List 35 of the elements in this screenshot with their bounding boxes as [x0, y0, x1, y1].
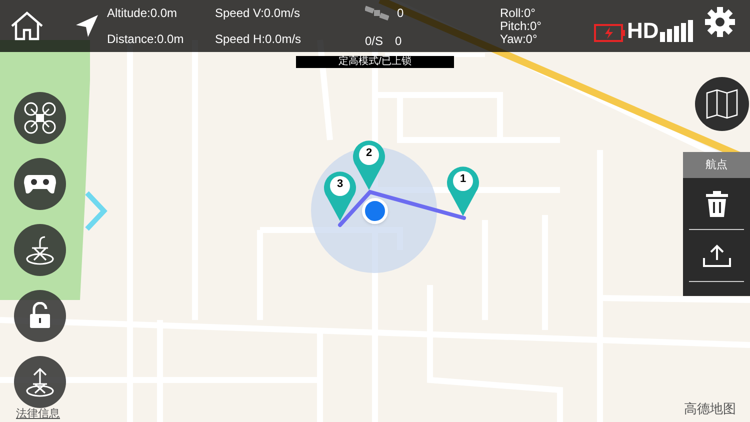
drone-landing-icon [24, 234, 56, 266]
navigation-arrow-icon [75, 14, 99, 38]
map-type-button[interactable] [695, 77, 749, 131]
waypoint-marker[interactable]: 3 [324, 171, 356, 221]
vertical-speed-reading: Speed V:0.0m/s [215, 7, 301, 19]
gamepad-icon [23, 173, 57, 195]
waypoint-marker[interactable]: 1 [447, 166, 479, 216]
pitch-reading: Pitch:0° [500, 20, 542, 32]
padlock-open-icon [28, 302, 52, 330]
home-icon[interactable] [10, 11, 44, 41]
flight-mode-status: 定高模式/已上锁 [296, 56, 454, 68]
takeoff-button[interactable] [14, 356, 66, 408]
upload-icon[interactable] [702, 244, 730, 268]
battery-charging-icon [594, 24, 626, 42]
quadcopter-icon [23, 101, 57, 135]
roll-reading: Roll:0° [500, 7, 536, 19]
video-quality-label: HD [627, 20, 659, 42]
altitude-reading: Altitude:0.0m [107, 7, 178, 19]
yaw-reading: Yaw:0° [500, 33, 538, 45]
legal-info-link[interactable]: 法律信息 [16, 409, 60, 420]
unlock-button[interactable] [14, 290, 66, 342]
signal-bars-icon [658, 20, 695, 42]
drone-takeoff-icon [24, 366, 56, 398]
settings-icon[interactable] [704, 7, 735, 37]
satellite-count: 0 [397, 7, 404, 19]
satellite-icon [365, 5, 389, 21]
horizontal-speed-reading: Speed H:0.0m/s [215, 33, 302, 45]
satellite-rate-label: 0/S [365, 35, 384, 47]
satellite-rate-value: 0 [395, 35, 402, 47]
waypoint-marker[interactable]: 2 [353, 140, 385, 190]
trash-icon[interactable] [706, 190, 728, 216]
folded-map-icon [706, 89, 738, 119]
waypoint-panel-title: 航点 [683, 152, 750, 178]
map-attribution: 高德地图 [684, 402, 736, 415]
distance-reading: Distance:0.0m [107, 33, 185, 45]
